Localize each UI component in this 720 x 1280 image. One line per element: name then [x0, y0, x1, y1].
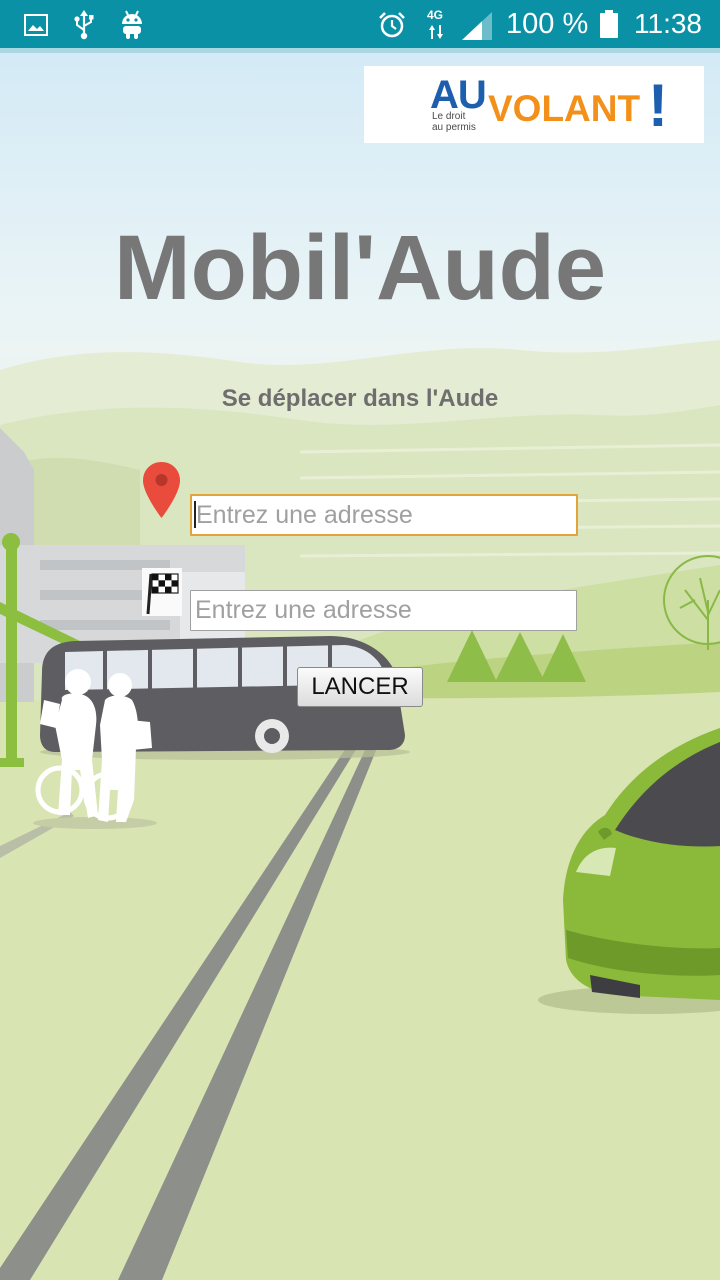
map-pin-icon	[143, 462, 180, 518]
background-illustration	[0, 48, 720, 1280]
logo-prefix: AU	[430, 73, 487, 117]
usb-icon	[74, 10, 94, 40]
logo-exclamation: !	[648, 72, 668, 139]
status-bar: 4G 100 % 11:38	[0, 0, 720, 48]
app-title: Mobil'Aude	[113, 217, 607, 319]
battery-percent: 100 %	[506, 8, 589, 40]
clock-time: 11:38	[634, 8, 702, 39]
destination-address-input[interactable]	[190, 590, 577, 631]
logo-tagline: Le droit au permis	[432, 111, 476, 133]
network-type-label: 4G	[427, 8, 444, 22]
launch-button[interactable]: LANCER	[297, 667, 423, 707]
android-icon	[122, 10, 142, 39]
app-screen: 4G 100 % 11:38 AU VOLANT ! Le droit au p…	[0, 0, 720, 1280]
signal-icon	[462, 12, 492, 40]
battery-icon	[600, 10, 618, 38]
alarm-icon	[379, 12, 405, 38]
origin-address-input[interactable]	[190, 494, 578, 536]
text-caret	[194, 501, 196, 528]
data-arrows-icon	[429, 25, 443, 39]
image-icon	[24, 14, 48, 36]
app-subtitle: Se déplacer dans l'Aude	[221, 385, 499, 412]
status-bar-divider	[0, 48, 720, 53]
checkered-flag-icon	[142, 568, 182, 616]
au-volant-logo: AU VOLANT ! Le droit au permis	[364, 66, 704, 143]
logo-main: VOLANT	[488, 88, 641, 129]
